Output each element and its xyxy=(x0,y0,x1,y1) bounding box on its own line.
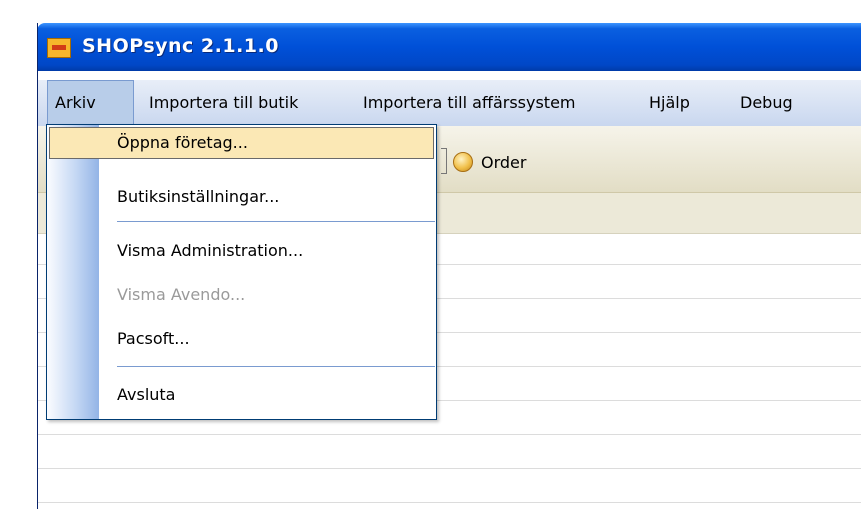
menu-item-oppna-foretag[interactable]: Öppna företag... xyxy=(49,127,434,159)
menu-separator xyxy=(117,221,435,222)
grid-row-line xyxy=(37,468,861,469)
order-button[interactable]: Order xyxy=(453,148,526,176)
menu-importera-till-affarssystem[interactable]: Importera till affärssystem xyxy=(363,80,576,126)
menu-item-pacsoft[interactable]: Pacsoft... xyxy=(49,321,434,357)
menu-bar: Arkiv Importera till butik Importera til… xyxy=(37,80,861,126)
menu-separator xyxy=(117,366,435,367)
grid-row-line xyxy=(37,502,861,503)
menu-debug[interactable]: Debug xyxy=(740,80,793,126)
shop-app-icon xyxy=(47,38,71,58)
menu-item-visma-avendo: Visma Avendo... xyxy=(49,277,434,313)
window-title: SHOPsync 2.1.1.0 xyxy=(82,35,279,57)
menu-hjalp[interactable]: Hjälp xyxy=(649,80,690,126)
toolbar-separator xyxy=(441,148,447,174)
menu-item-label: Butiksinställningar... xyxy=(117,187,280,206)
title-bar[interactable]: SHOPsync 2.1.1.0 xyxy=(37,23,861,71)
menu-item-avsluta[interactable]: Avsluta xyxy=(49,377,434,413)
menu-arkiv[interactable]: Arkiv xyxy=(47,80,134,126)
menu-item-label: Avsluta xyxy=(117,385,176,404)
menu-item-label: Pacsoft... xyxy=(117,329,190,348)
window-border xyxy=(37,23,38,509)
menu-item-label: Visma Administration... xyxy=(117,241,304,260)
package-icon xyxy=(453,152,473,172)
menu-item-butiksinstallningar[interactable]: Butiksinställningar... xyxy=(49,179,434,215)
menu-item-label: Visma Avendo... xyxy=(117,285,246,304)
grid-row-line xyxy=(37,434,861,435)
menu-importera-till-butik[interactable]: Importera till butik xyxy=(149,80,298,126)
menu-item-visma-administration[interactable]: Visma Administration... xyxy=(49,233,434,269)
menu-item-label: Öppna företag... xyxy=(117,133,248,152)
menu-icon-gutter xyxy=(47,125,99,419)
order-label: Order xyxy=(481,152,527,172)
arkiv-dropdown-menu: Öppna företag... Butiksinställningar... … xyxy=(46,124,437,420)
